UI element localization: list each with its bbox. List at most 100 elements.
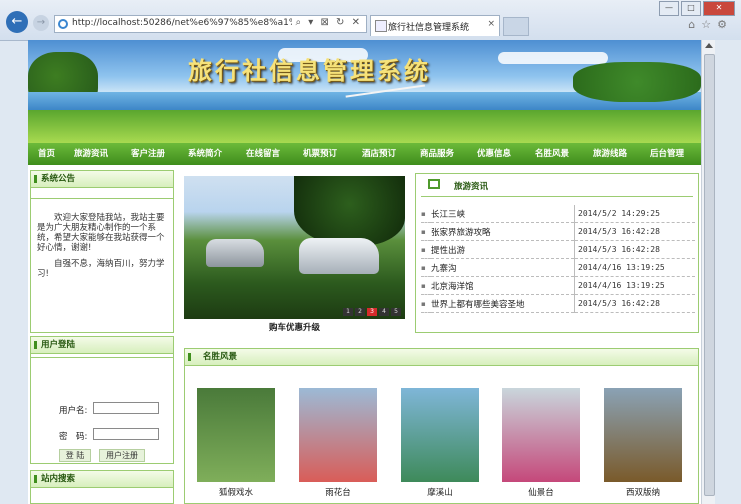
news-title-link[interactable]: 张家界旅游攻略 (431, 222, 575, 241)
nav-item[interactable]: 优惠信息 (477, 143, 511, 165)
slider-page-button[interactable]: 3 (367, 308, 377, 316)
news-title-link[interactable]: 北京海洋馆 (431, 276, 575, 295)
site-title: 旅行社信息管理系统 (188, 56, 431, 85)
bullet-icon: ▪ (421, 205, 431, 223)
scenery-item[interactable]: 西双版纳 (604, 388, 682, 498)
nav-item[interactable]: 商品服务 (420, 143, 454, 165)
slider-pager: 12345 (343, 308, 401, 316)
news-row: ▪ 张家界旅游攻略 2014/5/3 16:42:28 (421, 222, 695, 241)
news-date: 2014/5/3 16:42:28 (574, 222, 695, 241)
password-input[interactable] (93, 428, 159, 440)
car-image (206, 239, 264, 267)
news-title-link[interactable]: 九寨沟 (431, 258, 575, 277)
forward-arrow-icon[interactable]: → (33, 15, 49, 31)
scenery-item[interactable]: 摩溪山 (401, 388, 479, 498)
nav-item[interactable]: 客户注册 (131, 143, 165, 165)
promo-slider[interactable]: 12345 (184, 176, 405, 319)
scenery-photo[interactable] (604, 388, 682, 482)
window-edge (715, 40, 741, 504)
search-box: 站内搜索 (30, 470, 174, 504)
news-date: 2014/5/2 14:29:25 (574, 205, 695, 223)
address-url[interactable]: http://localhost:50286/net%e6%97%85%e8%a… (72, 18, 292, 28)
bullet-icon: ▪ (421, 258, 431, 277)
nav-item[interactable]: 旅游线路 (593, 143, 627, 165)
login-heading: 用户登陆 (31, 337, 173, 354)
scenery-photo[interactable] (401, 388, 479, 482)
slider-page-button[interactable]: 5 (391, 308, 401, 316)
news-date: 2014/5/3 16:42:28 (574, 294, 695, 313)
favicon-icon (375, 20, 387, 32)
nav-item[interactable]: 首页 (38, 143, 55, 165)
news-date: 2014/5/3 16:42:28 (574, 240, 695, 259)
news-title-link[interactable]: 提性出游 (431, 240, 575, 259)
scenery-item[interactable]: 仙景台 (502, 388, 580, 498)
web-page: 旅行社信息管理系统 首页 旅游资讯 客户注册 系统简介 在线留言 机票预订 酒店预订 商品服务… (28, 40, 701, 504)
slider-page-button[interactable]: 4 (379, 308, 389, 316)
scenery-photo[interactable] (502, 388, 580, 482)
nav-item[interactable]: 名胜风景 (535, 143, 569, 165)
scenery-name[interactable]: 狐假戏水 (197, 486, 275, 498)
nav-item[interactable]: 旅游资讯 (74, 143, 108, 165)
scenery-name[interactable]: 仙景台 (502, 486, 580, 498)
close-window-button[interactable]: ✕ (703, 1, 735, 16)
scenery-name[interactable]: 西双版纳 (604, 486, 682, 498)
scenery-heading: 名胜风景 (185, 349, 698, 366)
nav-item[interactable]: 机票预订 (303, 143, 337, 165)
slider-caption[interactable]: 购车优惠升级 (184, 321, 405, 333)
scenery-item[interactable]: 狐假戏水 (197, 388, 275, 498)
notice-text: 欢迎大家登陆我站，我站主要是为广大朋友精心制作的一个系统，希望大家能够在我站获得… (37, 213, 165, 253)
browser-toolbar-icons: ⌂☆⚙ (688, 18, 733, 31)
scroll-up-icon[interactable] (705, 43, 713, 48)
gear-icon[interactable]: ⚙ (717, 18, 733, 31)
username-input[interactable] (93, 402, 159, 414)
news-box: 旅游资讯 ▪ 长江三峡 2014/5/2 14:29:25 ▪ 张家界旅游攻略 2014/… (415, 173, 699, 333)
register-button[interactable]: 用户注册 (99, 449, 145, 462)
nav-item[interactable]: 后台管理 (650, 143, 684, 165)
login-button[interactable]: 登 陆 (59, 449, 91, 462)
scenery-name[interactable]: 摩溪山 (401, 486, 479, 498)
tab-close-icon[interactable]: × (487, 19, 495, 29)
scenery-list: 狐假戏水 雨花台 摩溪山 仙景台 西双版纳 (185, 370, 698, 498)
scenery-item[interactable]: 雨花台 (299, 388, 377, 498)
scrollbar[interactable] (701, 40, 716, 504)
divider (421, 196, 693, 197)
home-icon[interactable]: ⌂ (688, 18, 701, 31)
slider-page-button[interactable]: 2 (355, 308, 365, 316)
divider (31, 198, 173, 199)
scenery-photo[interactable] (299, 388, 377, 482)
maximize-button[interactable]: □ (681, 1, 701, 16)
notice-text: 自强不息，海纳百川，努力学习! (37, 259, 165, 279)
nav-item[interactable]: 系统简介 (188, 143, 222, 165)
news-title-link[interactable]: 世界上都有哪些美容圣地 (431, 294, 575, 313)
username-label: 用户名: (59, 406, 88, 416)
car-image (299, 238, 379, 274)
password-label: 密 码: (59, 432, 88, 442)
news-date: 2014/4/16 13:19:25 (574, 258, 695, 277)
bullet-icon: ▪ (421, 294, 431, 313)
news-heading-icon (428, 179, 440, 189)
address-tools[interactable]: ⌕ ▾ ⊠ ↻ ✕ (296, 17, 362, 28)
new-tab-button[interactable] (503, 17, 529, 36)
site-banner: 旅行社信息管理系统 (28, 40, 701, 143)
news-row: ▪ 北京海洋馆 2014/4/16 13:19:25 (421, 276, 695, 295)
notice-box: 系统公告 欢迎大家登陆我站，我站主要是为广大朋友精心制作的一个系统，希望大家能够… (30, 170, 174, 333)
slider-page-button[interactable]: 1 (343, 308, 353, 316)
nav-item[interactable]: 在线留言 (246, 143, 280, 165)
back-arrow-icon[interactable]: ← (6, 11, 28, 33)
scenery-photo[interactable] (197, 388, 275, 482)
news-title-link[interactable]: 长江三峡 (431, 205, 575, 223)
news-row: ▪ 长江三峡 2014/5/2 14:29:25 (421, 205, 695, 223)
address-bar[interactable]: http://localhost:50286/net%e6%97%85%e8%a… (54, 15, 367, 33)
browser-chrome: ← → http://localhost:50286/net%e6%97%85%… (0, 0, 741, 41)
bullet-icon: ▪ (421, 276, 431, 295)
scenery-name[interactable]: 雨花台 (299, 486, 377, 498)
star-icon[interactable]: ☆ (701, 18, 717, 31)
tab-title: 旅行社信息管理系统 (388, 23, 470, 33)
news-row: ▪ 九寨沟 2014/4/16 13:19:25 (421, 258, 695, 277)
browser-tab[interactable]: 旅行社信息管理系统 × (370, 15, 500, 36)
minimize-button[interactable]: — (659, 1, 679, 16)
scroll-thumb[interactable] (704, 54, 715, 496)
nav-item[interactable]: 酒店预订 (362, 143, 396, 165)
bullet-icon: ▪ (421, 240, 431, 259)
divider (31, 357, 173, 358)
